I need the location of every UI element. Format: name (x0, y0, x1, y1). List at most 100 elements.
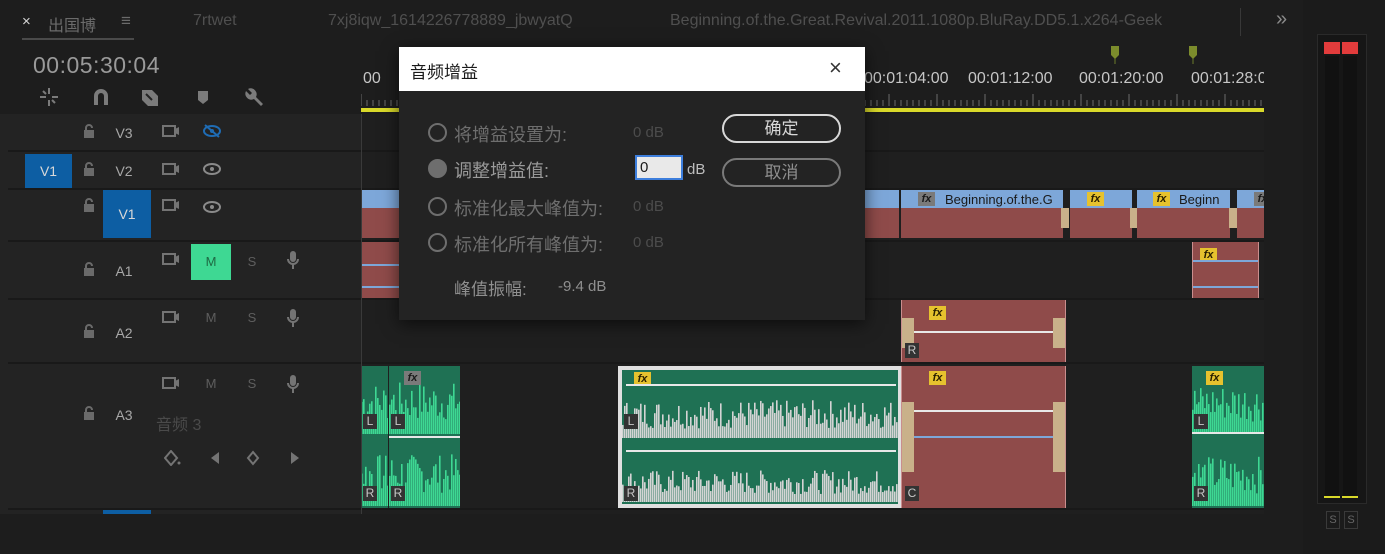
linked-selection-icon[interactable] (140, 86, 162, 108)
radio-adjust-gain[interactable] (428, 159, 447, 178)
film-icon[interactable] (160, 310, 182, 327)
eye-hidden-icon[interactable] (201, 124, 223, 141)
track-name-v3[interactable]: V3 (104, 125, 144, 141)
video-clip[interactable]: fx (1237, 190, 1264, 238)
channel-label: R (624, 486, 638, 501)
tab-menu-icon[interactable]: ≡ (121, 11, 131, 31)
tab-active-sequence[interactable]: 出国博 (48, 12, 96, 36)
more-tabs-icon[interactable]: » (1276, 8, 1287, 31)
mute-button-a2[interactable]: M (191, 300, 231, 336)
keyframe-icon[interactable] (242, 450, 264, 469)
clip-title: Beginning.of.the.G (945, 192, 1053, 207)
lock-icon[interactable] (78, 124, 100, 141)
option-label: 将增益设置为: (454, 125, 568, 145)
gain-value-input[interactable] (635, 155, 683, 180)
tab-sequence-2[interactable]: 7rtwet (193, 12, 237, 30)
audio-clip[interactable]: fx (1192, 242, 1259, 298)
fx-badge[interactable]: fx (1087, 192, 1104, 206)
fx-badge[interactable]: fx (404, 371, 421, 385)
meter-solo-right[interactable]: S (1344, 511, 1358, 529)
snap-magnet-icon[interactable] (90, 86, 112, 108)
sequence-marker-icon[interactable] (1110, 46, 1120, 64)
eye-icon[interactable] (201, 162, 223, 179)
channel-label: C (905, 486, 919, 501)
radio-normalize-max-peak[interactable] (428, 197, 447, 216)
mute-button-a1[interactable]: M (191, 244, 231, 280)
fx-badge[interactable]: fx (929, 306, 946, 320)
track-header-v2: V1 V2 (8, 152, 361, 190)
clip-edge-handle[interactable] (1053, 318, 1065, 348)
film-icon[interactable] (160, 376, 182, 393)
audio-clip[interactable]: fx R (901, 300, 1066, 362)
fx-badge[interactable]: fx (1254, 192, 1264, 206)
audio-clip[interactable]: fx L R (389, 366, 460, 508)
previous-keyframe-icon[interactable] (204, 450, 226, 469)
wrench-settings-icon[interactable] (243, 86, 265, 108)
video-clip[interactable]: fx (1070, 190, 1132, 238)
audio-clip[interactable]: fx L R (1192, 366, 1264, 508)
clip-edge-handle[interactable] (1061, 208, 1069, 228)
track-header-a3: A3 M S 音频 3 (8, 364, 361, 510)
solo-button-a3[interactable]: S (232, 366, 272, 402)
radio-set-gain[interactable] (428, 123, 447, 142)
audio-clip[interactable]: L R (361, 366, 388, 508)
fx-badge[interactable]: fx (1153, 192, 1170, 206)
meter-solo-left[interactable]: S (1326, 511, 1340, 529)
close-icon[interactable]: × (829, 57, 842, 79)
audio-clip[interactable] (361, 242, 401, 298)
film-icon[interactable] (160, 198, 182, 215)
track-name-v2[interactable]: V2 (104, 163, 144, 179)
track-name-a2[interactable]: A2 (104, 325, 144, 341)
video-clip[interactable] (361, 190, 401, 238)
microphone-icon[interactable] (282, 250, 304, 273)
tab-sequence-3[interactable]: 7xj8iqw_1614226778889_jbwyatQ (328, 12, 573, 30)
timeline-scroll-gutter[interactable] (1264, 44, 1303, 514)
playhead-timecode[interactable]: 00:05:30:04 (33, 52, 160, 79)
tab-sequence-4[interactable]: Beginning.of.the.Great.Revival.2011.1080… (670, 12, 1162, 30)
fx-badge[interactable]: fx (929, 371, 946, 385)
track-target-v1[interactable]: V1 (103, 190, 151, 238)
radio-normalize-all-peaks[interactable] (428, 233, 447, 252)
source-patch-v1[interactable]: V1 (25, 154, 72, 188)
film-icon[interactable] (160, 252, 182, 269)
microphone-icon[interactable] (282, 308, 304, 331)
sequence-marker-icon[interactable] (1188, 46, 1198, 64)
video-clip[interactable]: fx Beginning.of.the.G (901, 190, 1063, 238)
solo-button-a2[interactable]: S (232, 300, 272, 336)
fx-badge[interactable]: fx (1206, 371, 1223, 385)
meter-level-right (1342, 496, 1358, 498)
clip-edge-handle[interactable] (1053, 402, 1065, 472)
track-name-a3[interactable]: A3 (104, 407, 144, 423)
peak-indicator-left[interactable] (1324, 42, 1340, 54)
cancel-button[interactable]: 取消 (722, 158, 841, 187)
solo-button-a1[interactable]: S (232, 244, 272, 280)
lock-icon[interactable] (78, 262, 100, 279)
audio-waveform (622, 400, 898, 502)
lock-icon[interactable] (78, 406, 100, 423)
track-row-a3[interactable]: L R fx L R fx L R fx C fx L R (361, 364, 1264, 510)
lock-icon[interactable] (78, 162, 100, 179)
add-marker-icon[interactable] (192, 86, 214, 108)
mute-button-a3[interactable]: M (191, 366, 231, 402)
next-keyframe-icon[interactable] (284, 450, 306, 469)
video-clip[interactable]: fx Beginn (1137, 190, 1230, 238)
close-tab-icon[interactable]: × (22, 13, 31, 30)
track-name-a1[interactable]: A1 (104, 263, 144, 279)
film-icon[interactable] (160, 162, 182, 179)
add-keyframe-icon[interactable] (162, 449, 184, 469)
film-icon[interactable] (160, 124, 182, 141)
fx-badge[interactable]: fx (918, 192, 935, 206)
clip-edge-handle[interactable] (1229, 208, 1237, 228)
audio-clip[interactable]: fx C (901, 366, 1066, 508)
eye-icon[interactable] (201, 200, 223, 217)
track-label-a3[interactable]: 音频 3 (156, 411, 201, 435)
microphone-icon[interactable] (282, 374, 304, 397)
lock-icon[interactable] (78, 198, 100, 215)
peak-indicator-right[interactable] (1342, 42, 1358, 54)
ok-button[interactable]: 确定 (722, 114, 841, 143)
clip-edge-handle[interactable] (902, 402, 914, 472)
dialog-title-bar[interactable]: 音频增益 × (399, 47, 865, 91)
nest-sequence-icon[interactable] (38, 86, 60, 108)
lock-icon[interactable] (78, 324, 100, 341)
audio-clip-selected[interactable]: fx L R (618, 366, 902, 508)
